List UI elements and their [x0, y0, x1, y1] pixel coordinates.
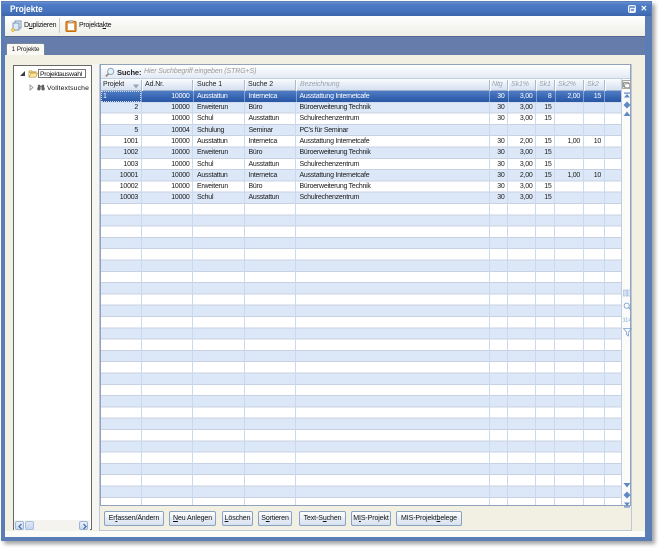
- svg-text:114: 114: [623, 317, 632, 323]
